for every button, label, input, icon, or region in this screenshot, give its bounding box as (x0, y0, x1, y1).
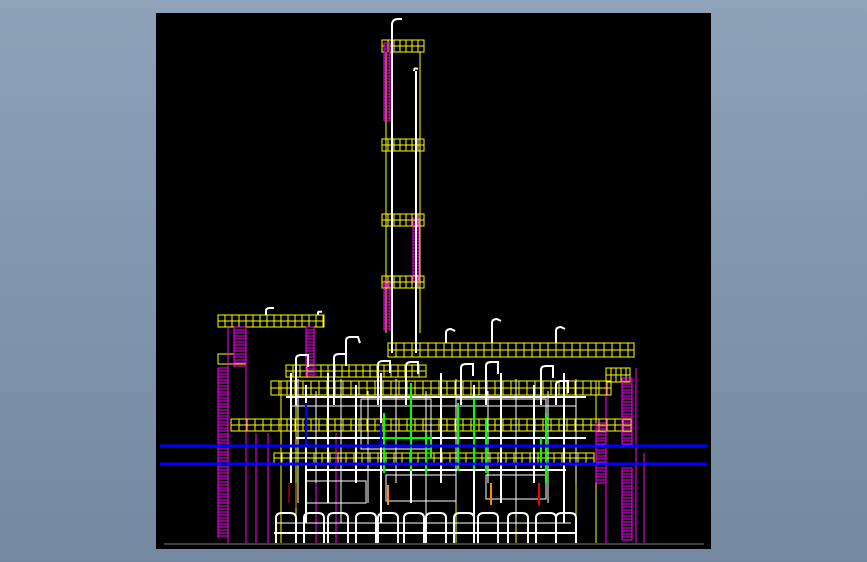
left-tower-ladder-right (305, 326, 315, 377)
right-tower-ladder-upper (621, 377, 633, 448)
left-tower-ladder-upper (233, 326, 247, 367)
left-tower-platform-top (217, 314, 325, 328)
stack-ladder-upper (383, 42, 391, 122)
bottom-loop-10 (535, 512, 557, 543)
hook-pipe-7 (555, 380, 569, 405)
process-line-link (384, 437, 432, 458)
bottom-loop-2 (327, 512, 349, 543)
bottom-loop-0 (275, 512, 297, 543)
bottom-loop-6 (425, 512, 447, 543)
vent-pipe-3 (345, 336, 361, 358)
left-tower-vent (265, 307, 274, 315)
steel-structure (217, 39, 645, 543)
rack-platform-upper (387, 342, 635, 358)
right-tower-platform (605, 367, 631, 383)
bottom-loop-9 (507, 512, 529, 543)
right-tower-ladder-lower (621, 467, 633, 541)
bottom-loop-3 (355, 512, 377, 543)
vent-pipe-1 (491, 317, 502, 343)
bottom-loop-8 (477, 512, 499, 543)
vent-pipe-0 (445, 327, 456, 343)
cad-viewport[interactable] (156, 13, 711, 549)
plant-elevation-drawing (160, 18, 707, 545)
stack-platform-2 (381, 138, 425, 152)
bottom-loop-11 (555, 512, 577, 543)
bottom-loop-5 (403, 512, 425, 543)
stack-pipe-cap (413, 67, 419, 72)
stack-pipe-bend (391, 18, 402, 26)
left-tower-ladder-lower (217, 367, 229, 538)
vent-pipe-2 (555, 325, 566, 343)
right-tower-ladder-mid (595, 422, 607, 484)
bottom-loop-7 (453, 512, 475, 543)
